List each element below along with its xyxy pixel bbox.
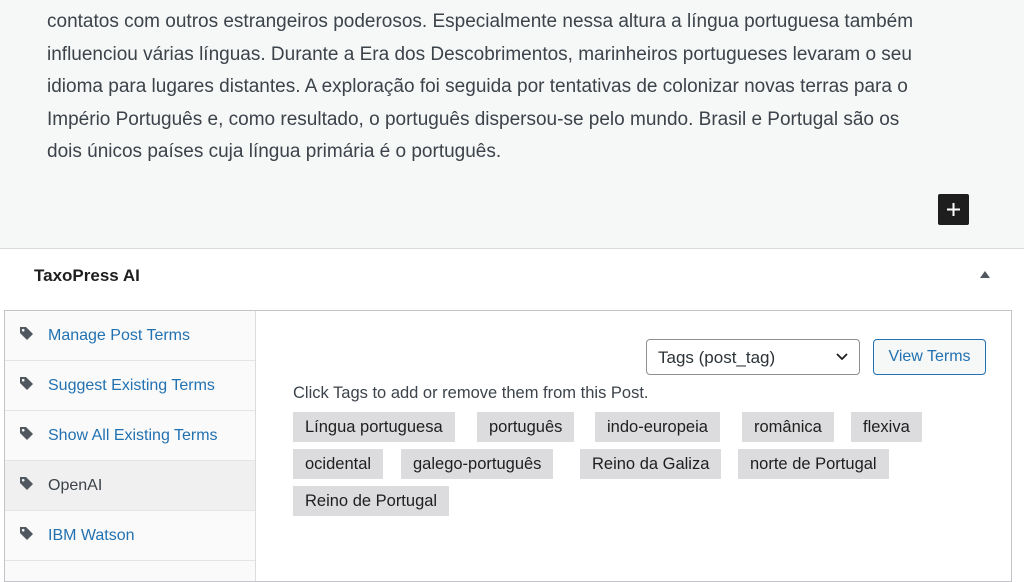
tag-chip[interactable]: norte de Portugal (738, 449, 889, 479)
taxopress-box: Manage Post Terms Suggest Existing Terms… (4, 310, 1012, 582)
triangle-up-icon[interactable] (979, 270, 991, 279)
tab-manage-post-terms[interactable]: Manage Post Terms (5, 311, 255, 361)
view-terms-button[interactable]: View Terms (873, 339, 986, 375)
taxonomy-select-value: Tags (post_tag) (658, 348, 776, 367)
paragraph-line: idioma para lugares distantes. A explora… (47, 76, 908, 97)
panel-title: TaxoPress AI (34, 266, 140, 285)
taxonomy-select[interactable]: Tags (post_tag) (646, 339, 860, 375)
tag-chip[interactable]: ocidental (293, 449, 384, 479)
paragraph-block[interactable]: contatos com outros estrangeiros poderos… (47, 6, 987, 169)
taxopress-panel-header[interactable]: TaxoPress AI (0, 249, 1024, 305)
tag-chip[interactable]: português (477, 412, 575, 442)
tab-label: Show All Existing Terms (48, 426, 218, 444)
block-inserter-button[interactable] (938, 194, 969, 225)
tag-chip[interactable]: indo-europeia (595, 412, 720, 442)
tab-label: IBM Watson (48, 526, 135, 544)
tag-chip[interactable]: galego-português (401, 449, 554, 479)
tab-suggest-existing-terms[interactable]: Suggest Existing Terms (5, 361, 255, 411)
tag-chip[interactable]: românica (742, 412, 834, 442)
tab-label: Manage Post Terms (48, 326, 190, 344)
tag-chip[interactable]: Reino da Galiza (580, 449, 722, 479)
paragraph-line: influenciou várias línguas. Durante a Er… (47, 43, 912, 65)
instructions-text: Click Tags to add or remove them from th… (293, 384, 649, 402)
tag-icon (20, 327, 33, 340)
tag-chip[interactable]: flexiva (851, 412, 922, 442)
plus-icon (947, 203, 960, 216)
tab-label: OpenAI (48, 476, 103, 494)
tab-list: Manage Post Terms Suggest Existing Terms… (5, 311, 256, 581)
tab-show-all-existing-terms[interactable]: Show All Existing Terms (5, 411, 255, 461)
tab-ibm-watson[interactable]: IBM Watson (5, 511, 255, 561)
tag-icon (20, 527, 33, 540)
paragraph-line: Império Português e, como resultado, o p… (47, 108, 900, 130)
paragraph-line: contatos com outros estrangeiros poderos… (47, 11, 914, 32)
tag-icon (20, 477, 33, 490)
tab-content: Tags (post_tag) View Terms Click Tags to… (256, 311, 1011, 581)
tag-chip[interactable]: Língua portuguesa (293, 412, 455, 442)
chevron-down-icon (836, 353, 848, 361)
tag-icon (20, 377, 33, 390)
tag-icon (20, 427, 33, 440)
editor-canvas: contatos com outros estrangeiros poderos… (0, 0, 1024, 249)
tag-chip[interactable]: Reino de Portugal (293, 486, 450, 516)
tab-openai[interactable]: OpenAI (5, 461, 255, 511)
paragraph-line: dois únicos países cuja língua primária … (47, 141, 502, 162)
tab-label: Suggest Existing Terms (48, 376, 215, 394)
